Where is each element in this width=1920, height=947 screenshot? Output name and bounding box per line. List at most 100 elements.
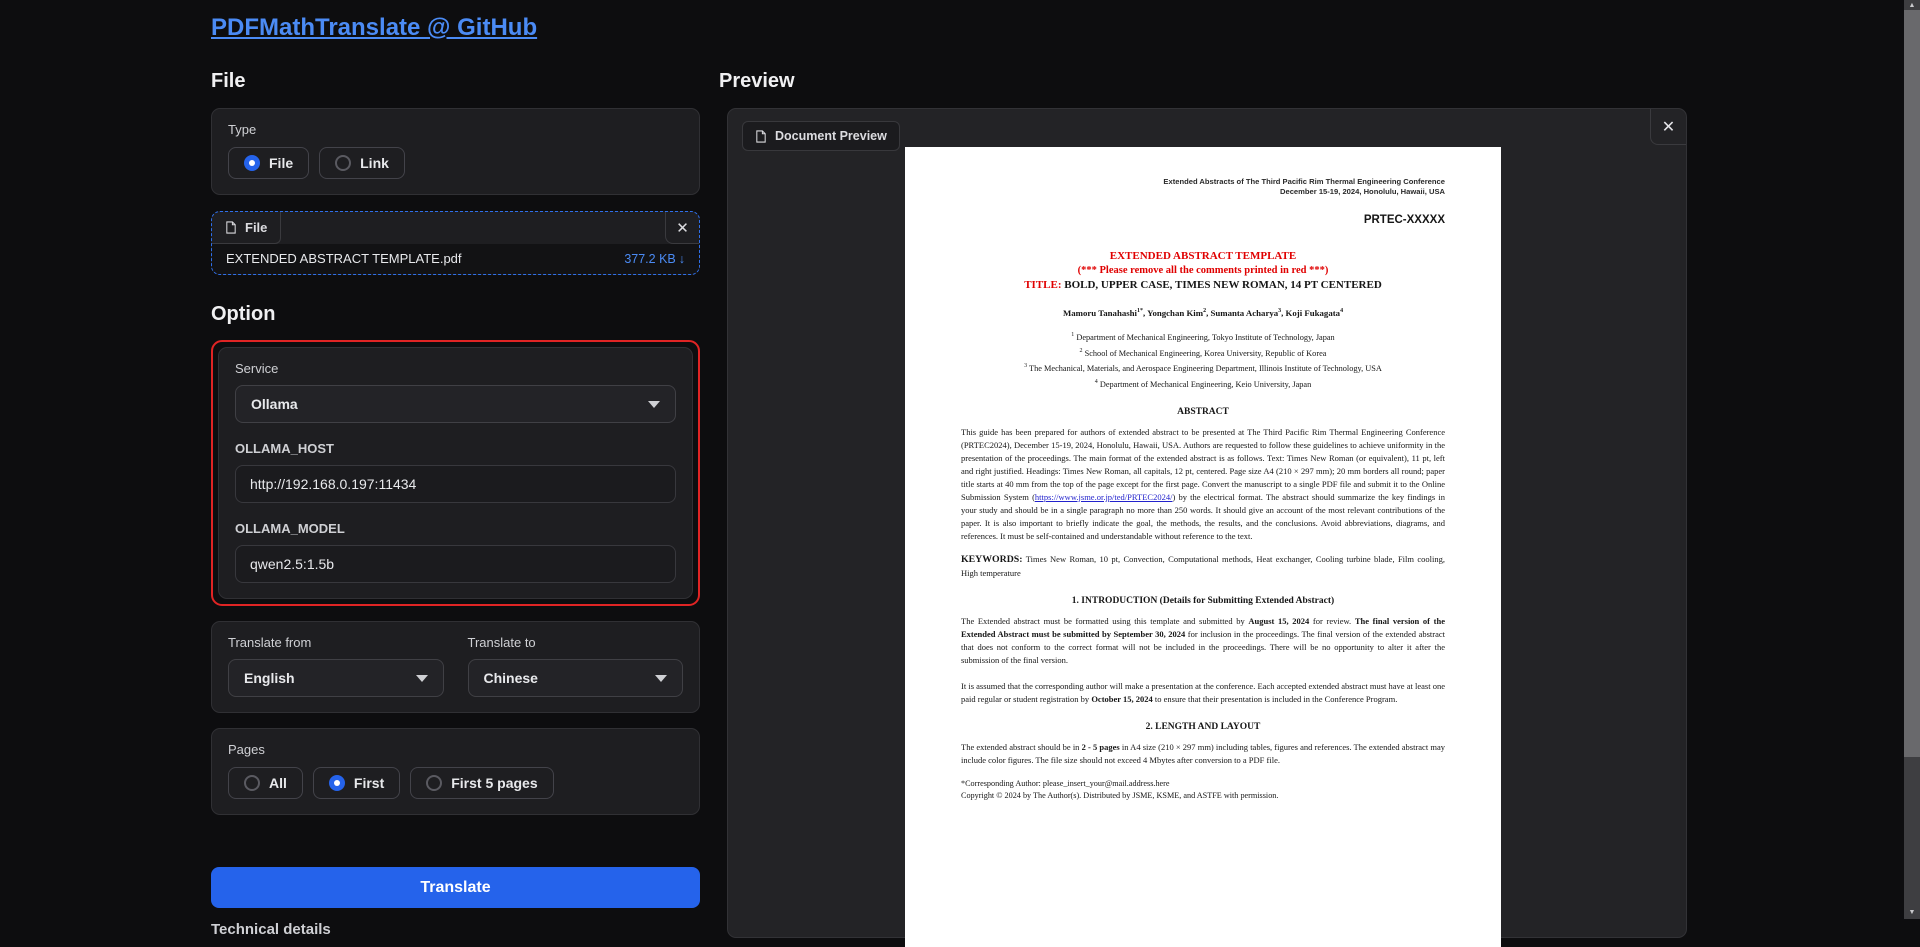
radio-selected-icon bbox=[328, 775, 345, 791]
text-segment: This guide has been prepared for authors… bbox=[961, 427, 1445, 502]
deadline-bold: August 15, 2024 bbox=[1248, 616, 1310, 627]
chevron-down-icon bbox=[655, 674, 667, 682]
pages-radio-first5-label: First 5 pages bbox=[451, 775, 538, 791]
file-row[interactable]: EXTENDED ABSTRACT TEMPLATE.pdf 377.2 KB … bbox=[212, 244, 699, 274]
text-segment: to ensure that their presentation is inc… bbox=[1152, 693, 1398, 704]
type-radio-link[interactable]: Link bbox=[319, 147, 405, 179]
pdf-corresponding-author: *Corresponding Author: please_insert_you… bbox=[961, 779, 1170, 789]
pdf-intro-paragraph2: It is assumed that the corresponding aut… bbox=[961, 680, 1445, 706]
pages-radio-first5[interactable]: First 5 pages bbox=[410, 767, 554, 799]
type-radio-file-label: File bbox=[269, 155, 294, 171]
preview-panel: Document Preview ✕ Extended Abstracts of… bbox=[727, 108, 1687, 947]
text-segment: The Mechanical, Materials, and Aerospace… bbox=[1027, 363, 1382, 373]
option-section-heading: Option bbox=[211, 303, 276, 325]
affiliation-line: 1 Department of Mechanical Engineering, … bbox=[961, 329, 1445, 345]
affiliation-line: 3 The Mechanical, Materials, and Aerospa… bbox=[961, 360, 1445, 376]
radio-unselected-icon bbox=[244, 775, 260, 791]
text-segment: for review. bbox=[1309, 616, 1355, 627]
affiliation-line: 4 Department of Mechanical Engineering, … bbox=[961, 376, 1445, 392]
translate-from-value: English bbox=[244, 670, 295, 686]
pages-radio-row: All First First 5 pages bbox=[228, 767, 683, 799]
text-segment: Times New Roman, 10 pt, Convection, Comp… bbox=[961, 554, 1445, 579]
translate-button[interactable]: Translate bbox=[211, 867, 700, 908]
translate-from-field: Translate from English bbox=[228, 635, 444, 697]
author: , Koji Fukagata bbox=[1281, 308, 1341, 318]
pdf-intro-paragraph1: The Extended abstract must be formatted … bbox=[961, 615, 1445, 667]
service-dropdown-value: Ollama bbox=[251, 396, 298, 412]
pdf-paper-number: PRTEC-XXXXX bbox=[1363, 214, 1445, 226]
text-segment: The extended abstract should be in bbox=[961, 741, 1082, 752]
service-dropdown[interactable]: Ollama bbox=[235, 385, 676, 423]
scrollbar-thumb[interactable] bbox=[1904, 10, 1920, 757]
pdf-title-prefix: TITLE: bbox=[1024, 279, 1062, 291]
scrollbar-down-icon[interactable]: ▼ bbox=[1904, 909, 1920, 917]
pages-count-bold: 2 - 5 pages bbox=[1081, 741, 1120, 752]
text-segment: The Extended abstract must be formatted … bbox=[961, 616, 1249, 627]
translate-from-label: Translate from bbox=[228, 635, 312, 650]
text-segment: Department of Mechanical Engineering, Ke… bbox=[1097, 379, 1312, 389]
pdf-copyright: Copyright © 2024 by The Author(s). Distr… bbox=[961, 790, 1279, 800]
chevron-down-icon bbox=[648, 400, 660, 408]
pdf-conference-header: Extended Abstracts of The Third Pacific … bbox=[961, 177, 1445, 197]
preview-close-button[interactable]: ✕ bbox=[1650, 109, 1686, 145]
file-section-heading: File bbox=[211, 70, 246, 92]
type-radio-row: File Link bbox=[228, 147, 683, 179]
type-radio-file[interactable]: File bbox=[228, 147, 310, 179]
ollama-host-input[interactable] bbox=[235, 465, 676, 503]
pdf-abstract-paragraph: This guide has been prepared for authors… bbox=[961, 426, 1445, 542]
ollama-model-label: OLLAMA_MODEL bbox=[235, 521, 345, 536]
file-close-button[interactable]: ✕ bbox=[665, 212, 699, 244]
service-label: Service bbox=[235, 361, 279, 376]
translate-from-dropdown[interactable]: English bbox=[228, 659, 444, 697]
app-title-link[interactable]: PDFMathTranslate @ GitHub bbox=[211, 14, 537, 42]
file-download-link[interactable]: 377.2 KB ↓ bbox=[624, 252, 685, 266]
affiliation-line: 2 School of Mechanical Engineering, Kore… bbox=[961, 345, 1445, 361]
page-scrollbar[interactable]: ▲ ▼ bbox=[1904, 0, 1920, 919]
pdf-footer: *Corresponding Author: please_insert_you… bbox=[961, 778, 1445, 801]
keywords-label: KEYWORDS: bbox=[961, 554, 1023, 566]
deadline-bold: October 15, 2024 bbox=[1091, 693, 1153, 704]
scrollbar-up-icon[interactable]: ▲ bbox=[1904, 2, 1920, 10]
download-icon: ↓ bbox=[678, 251, 685, 266]
type-group: Type File Link bbox=[211, 108, 700, 195]
author: , Yongchan Kim bbox=[1143, 308, 1204, 318]
service-group: Service Ollama OLLAMA_HOST OLLAMA_MODEL bbox=[218, 347, 693, 599]
translate-to-field: Translate to Chinese bbox=[467, 635, 683, 697]
document-icon bbox=[226, 221, 236, 234]
pdf-section1-heading: 1. INTRODUCTION (Details for Submitting … bbox=[1071, 596, 1335, 607]
pdf-title-main: TITLE: BOLD, UPPER CASE, TIMES NEW ROMAN… bbox=[961, 279, 1445, 291]
pdf-length-paragraph: The extended abstract should be in 2 - 5… bbox=[961, 741, 1445, 767]
technical-details-accordion[interactable]: Technical details bbox=[211, 921, 700, 938]
translate-to-dropdown[interactable]: Chinese bbox=[467, 659, 683, 697]
language-group: Translate from English Translate to Chin… bbox=[211, 621, 700, 713]
submission-system-link[interactable]: https://www.jsme.or.jp/ted/PRTEC2024/ bbox=[1035, 492, 1173, 502]
author: , Sumanta Acharya bbox=[1206, 308, 1279, 318]
ollama-host-label: OLLAMA_HOST bbox=[235, 441, 334, 456]
pages-label: Pages bbox=[228, 742, 265, 757]
pdf-authors: Mamoru Tanahashi1*, Yongchan Kim2, Suman… bbox=[961, 308, 1445, 318]
ollama-model-input[interactable] bbox=[235, 545, 676, 583]
pages-radio-first[interactable]: First bbox=[312, 767, 401, 799]
file-card-tab-label: File bbox=[245, 220, 268, 235]
document-preview-tab[interactable]: Document Preview bbox=[742, 121, 900, 151]
text-segment: BOLD, UPPER CASE, TIMES NEW ROMAN, 14 PT… bbox=[1061, 279, 1382, 291]
pdf-abstract-heading: ABSTRACT bbox=[1177, 407, 1229, 418]
left-panel: PDFMathTranslate @ GitHub File Type File… bbox=[211, 0, 700, 938]
pdf-section2-heading: 2. LENGTH AND LAYOUT bbox=[1145, 721, 1261, 732]
radio-unselected-icon bbox=[426, 775, 443, 791]
text-segment: Department of Mechanical Engineering, To… bbox=[1074, 332, 1335, 342]
pages-group: Pages All First First 5 pages bbox=[211, 728, 700, 815]
pdf-affiliations: 1 Department of Mechanical Engineering, … bbox=[961, 329, 1445, 391]
text-segment: School of Mechanical Engineering, Korea … bbox=[1082, 348, 1327, 358]
file-name: EXTENDED ABSTRACT TEMPLATE.pdf bbox=[226, 251, 462, 266]
type-label: Type bbox=[228, 122, 257, 137]
pages-radio-all[interactable]: All bbox=[228, 767, 303, 799]
radio-selected-icon bbox=[244, 155, 260, 171]
document-preview-tab-label: Document Preview bbox=[775, 129, 887, 143]
pdf-title-red2: (*** Please remove all the comments prin… bbox=[1077, 265, 1329, 276]
file-card-tab: File bbox=[212, 212, 282, 244]
translate-to-value: Chinese bbox=[483, 670, 538, 686]
pdf-header-line2: December 15-19, 2024, Honolulu, Hawaii, … bbox=[1279, 187, 1445, 196]
pdf-page: Extended Abstracts of The Third Pacific … bbox=[905, 147, 1501, 947]
type-radio-link-label: Link bbox=[360, 155, 389, 171]
